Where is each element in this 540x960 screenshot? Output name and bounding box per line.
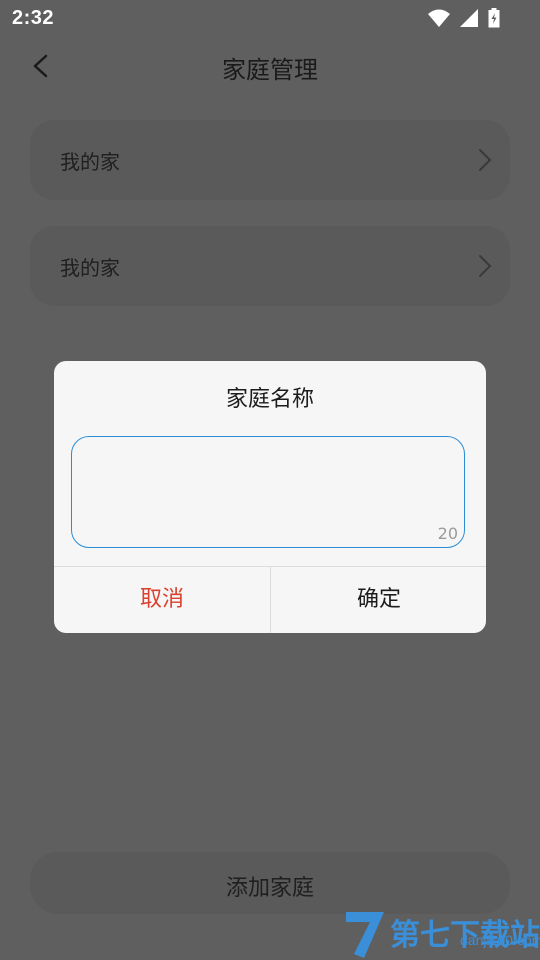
confirm-button[interactable]: 确定: [271, 567, 486, 633]
family-name-dialog: 家庭名称 20 取消 确定: [54, 361, 486, 633]
status-bar: 2:32: [0, 0, 540, 36]
chevron-right-icon: [479, 255, 492, 277]
add-family-label: 添加家庭: [225, 876, 314, 901]
page-title: 家庭管理: [222, 56, 318, 84]
family-item[interactable]: 我的家: [30, 120, 510, 200]
status-icons: [428, 8, 500, 28]
battery-icon: [488, 8, 500, 28]
dialog-title: 家庭名称: [225, 387, 314, 412]
watermark-url: danji100.com: [460, 932, 540, 948]
watermark-7-icon: [346, 912, 384, 958]
signal-icon: [460, 9, 478, 27]
header: 家庭管理: [0, 36, 540, 96]
add-family-button[interactable]: 添加家庭: [30, 852, 510, 914]
watermark-logo: 第七下载站 danji100.com: [340, 906, 540, 960]
family-item-label: 我的家: [60, 150, 120, 174]
family-item-label: 我的家: [60, 256, 120, 280]
cancel-button[interactable]: 取消: [54, 567, 270, 633]
family-item[interactable]: 我的家: [30, 226, 510, 306]
status-time: 2:32: [12, 7, 55, 29]
char-counter: 20: [437, 524, 458, 543]
chevron-right-icon: [479, 149, 492, 171]
family-name-input[interactable]: 20: [71, 436, 465, 548]
wifi-icon: [428, 9, 450, 27]
